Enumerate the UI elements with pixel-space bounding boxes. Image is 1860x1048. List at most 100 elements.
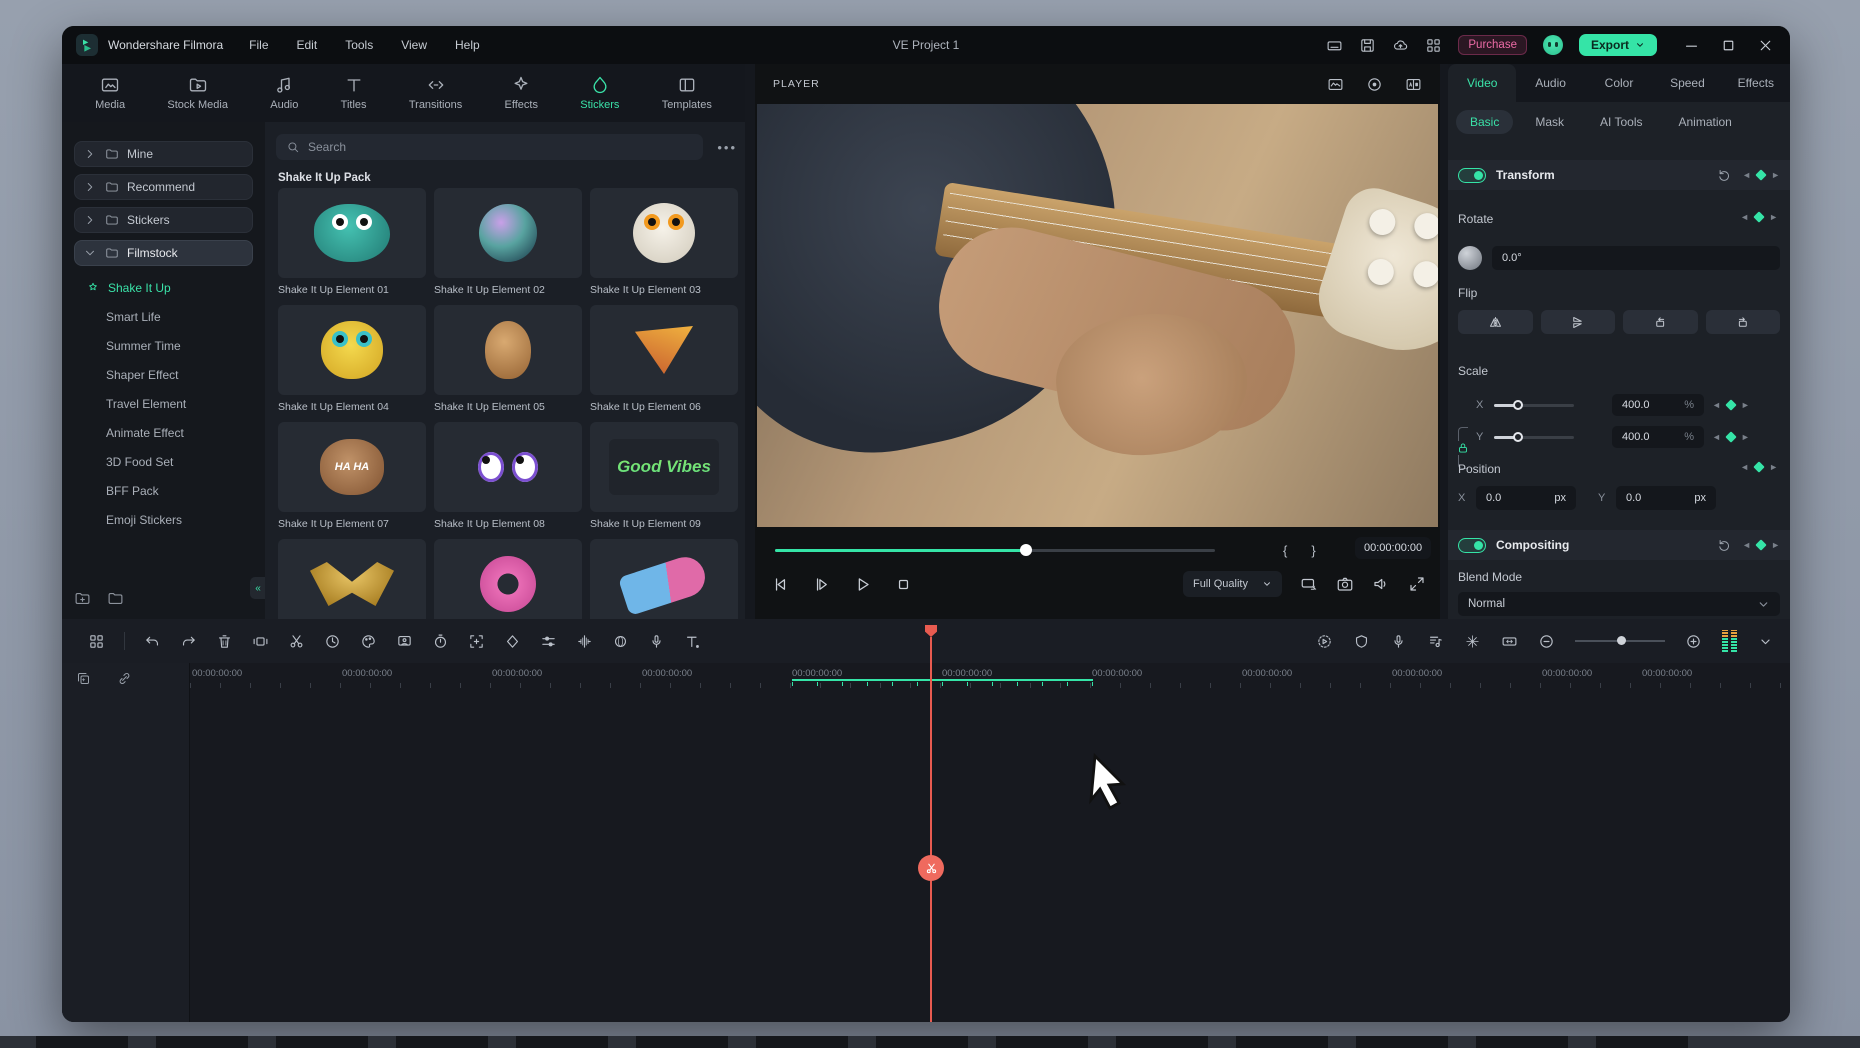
tab-audio[interactable]: Audio	[270, 75, 298, 111]
sticker-card[interactable]: Shake It Up Element 05	[434, 305, 582, 414]
sticker-card[interactable]: Shake It Up Element 08	[434, 422, 582, 531]
effect-snow-icon[interactable]	[1464, 633, 1481, 650]
tab-templates[interactable]: Templates	[662, 75, 712, 111]
workspace-grid-icon[interactable]	[88, 633, 105, 650]
compositing-keyframe-nav[interactable]: ◄►	[1742, 540, 1780, 550]
snapshot-icon[interactable]	[1336, 575, 1354, 593]
sticker-card[interactable]: Shake It Up Element 06	[590, 305, 738, 414]
reset-icon[interactable]	[1717, 538, 1732, 553]
music-list-icon[interactable]	[1427, 633, 1444, 650]
sidebar-item-animate-effect[interactable]: Animate Effect	[62, 418, 265, 447]
menu-file[interactable]: File	[249, 38, 268, 52]
position-x-input[interactable]: 0.0px	[1476, 486, 1576, 510]
zoom-out-icon[interactable]	[1538, 633, 1555, 650]
sidebar-group-mine[interactable]: Mine	[74, 141, 253, 167]
record-voice-icon[interactable]	[648, 633, 665, 650]
next-frame-button[interactable]	[812, 575, 831, 594]
rotate-3d-icon[interactable]	[612, 633, 629, 650]
sticker-card[interactable]: Shake It Up Element 04	[278, 305, 426, 414]
audio-meter-icon[interactable]	[1722, 630, 1737, 652]
maximize-button[interactable]	[1720, 37, 1737, 54]
tab-effects[interactable]: Effects	[505, 75, 538, 111]
search-input[interactable]: Search	[276, 134, 703, 160]
sidebar-item-smart-life[interactable]: Smart Life	[62, 302, 265, 331]
workspace-grid-icon[interactable]	[1425, 37, 1442, 54]
transform-keyframe-nav[interactable]: ◄►	[1742, 170, 1780, 180]
play-button[interactable]	[853, 575, 872, 594]
props-tab-speed[interactable]: Speed	[1653, 64, 1721, 102]
split-scissors-button[interactable]	[918, 855, 944, 881]
menu-edit[interactable]: Edit	[297, 38, 318, 52]
stop-button[interactable]	[894, 575, 913, 594]
flip-vertical-button[interactable]	[1541, 310, 1616, 334]
rotate-knob[interactable]	[1458, 246, 1482, 270]
props-tab-audio[interactable]: Audio	[1516, 64, 1584, 102]
text-tool-icon[interactable]	[684, 633, 701, 650]
tab-stickers[interactable]: Stickers	[580, 75, 619, 111]
rotate-ccw-button[interactable]	[1623, 310, 1698, 334]
chroma-screen-icon[interactable]	[396, 633, 413, 650]
seek-bar[interactable]	[775, 549, 1215, 552]
sticker-card[interactable]	[590, 539, 738, 619]
props-tab-effects[interactable]: Effects	[1722, 64, 1790, 102]
sidebar-item-shake-it-up[interactable]: Shake It Up	[62, 273, 265, 302]
undo-icon[interactable]	[144, 633, 161, 650]
scopes-icon[interactable]	[1327, 76, 1344, 93]
scale-y-slider[interactable]	[1494, 436, 1574, 439]
cloud-upload-icon[interactable]	[1392, 37, 1409, 54]
position-keyframe-nav[interactable]: ◄►	[1740, 462, 1778, 472]
sidebar-group-stickers[interactable]: Stickers	[74, 207, 253, 233]
focus-frame-icon[interactable]	[468, 633, 485, 650]
scissors-icon[interactable]	[288, 633, 305, 650]
microphone-icon[interactable]	[1390, 633, 1407, 650]
compositing-toggle[interactable]	[1458, 538, 1486, 553]
zoom-slider[interactable]	[1575, 640, 1665, 642]
scale-x-keyframe-nav[interactable]: ◄►	[1712, 400, 1750, 410]
playhead[interactable]	[930, 637, 932, 1022]
sidebar-item-bff-pack[interactable]: BFF Pack	[62, 476, 265, 505]
sidebar-item-shaper-effect[interactable]: Shaper Effect	[62, 360, 265, 389]
props-tab-video[interactable]: Video	[1448, 64, 1516, 102]
position-y-input[interactable]: 0.0px	[1616, 486, 1716, 510]
duplicate-icon[interactable]	[76, 671, 91, 686]
sticker-card[interactable]	[278, 539, 426, 619]
tab-titles[interactable]: Titles	[341, 75, 367, 111]
tab-stock-media[interactable]: Stock Media	[167, 75, 228, 111]
props-subtab-basic[interactable]: Basic	[1456, 110, 1513, 134]
display-device-icon[interactable]	[1300, 575, 1318, 593]
flip-horizontal-button[interactable]	[1458, 310, 1533, 334]
account-avatar[interactable]	[1543, 35, 1563, 55]
redo-icon[interactable]	[180, 633, 197, 650]
sticker-card[interactable]	[434, 539, 582, 619]
volume-icon[interactable]	[1372, 575, 1390, 593]
audio-split-icon[interactable]	[576, 633, 593, 650]
tab-media[interactable]: Media	[95, 75, 125, 111]
save-icon[interactable]	[1359, 37, 1376, 54]
new-folder-icon[interactable]	[74, 590, 91, 607]
keyboard-icon[interactable]	[1326, 37, 1343, 54]
props-subtab-animation[interactable]: Animation	[1664, 110, 1745, 134]
menu-help[interactable]: Help	[455, 38, 480, 52]
ab-compare-icon[interactable]	[1405, 76, 1422, 93]
rotate-input[interactable]: 0.0°	[1492, 246, 1780, 270]
fullscreen-icon[interactable]	[1408, 575, 1426, 593]
trash-icon[interactable]	[216, 633, 233, 650]
transform-toggle[interactable]	[1458, 168, 1486, 183]
rotate-keyframe-nav[interactable]: ◄►	[1740, 212, 1778, 222]
sidebar-item-summer-time[interactable]: Summer Time	[62, 331, 265, 360]
link-icon[interactable]	[117, 671, 132, 686]
mark-out-button[interactable]: }	[1311, 543, 1315, 558]
sidebar-group-filmstock[interactable]: Filmstock	[74, 240, 253, 266]
sticker-card[interactable]: Shake It Up Element 02	[434, 188, 582, 297]
rotate-cw-button[interactable]	[1706, 310, 1781, 334]
sticker-card[interactable]: Shake It Up Element 03	[590, 188, 738, 297]
previous-frame-button[interactable]	[771, 575, 790, 594]
adjust-sliders-icon[interactable]	[540, 633, 557, 650]
mask-shield-icon[interactable]	[1353, 633, 1370, 650]
sidebar-item-3d-food-set[interactable]: 3D Food Set	[62, 447, 265, 476]
sidebar-item-travel-element[interactable]: Travel Element	[62, 389, 265, 418]
fit-timeline-icon[interactable]	[1501, 633, 1518, 650]
timer-icon[interactable]	[432, 633, 449, 650]
preview-eye-icon[interactable]	[1366, 76, 1383, 93]
sidebar-item-emoji-stickers[interactable]: Emoji Stickers	[62, 505, 265, 534]
